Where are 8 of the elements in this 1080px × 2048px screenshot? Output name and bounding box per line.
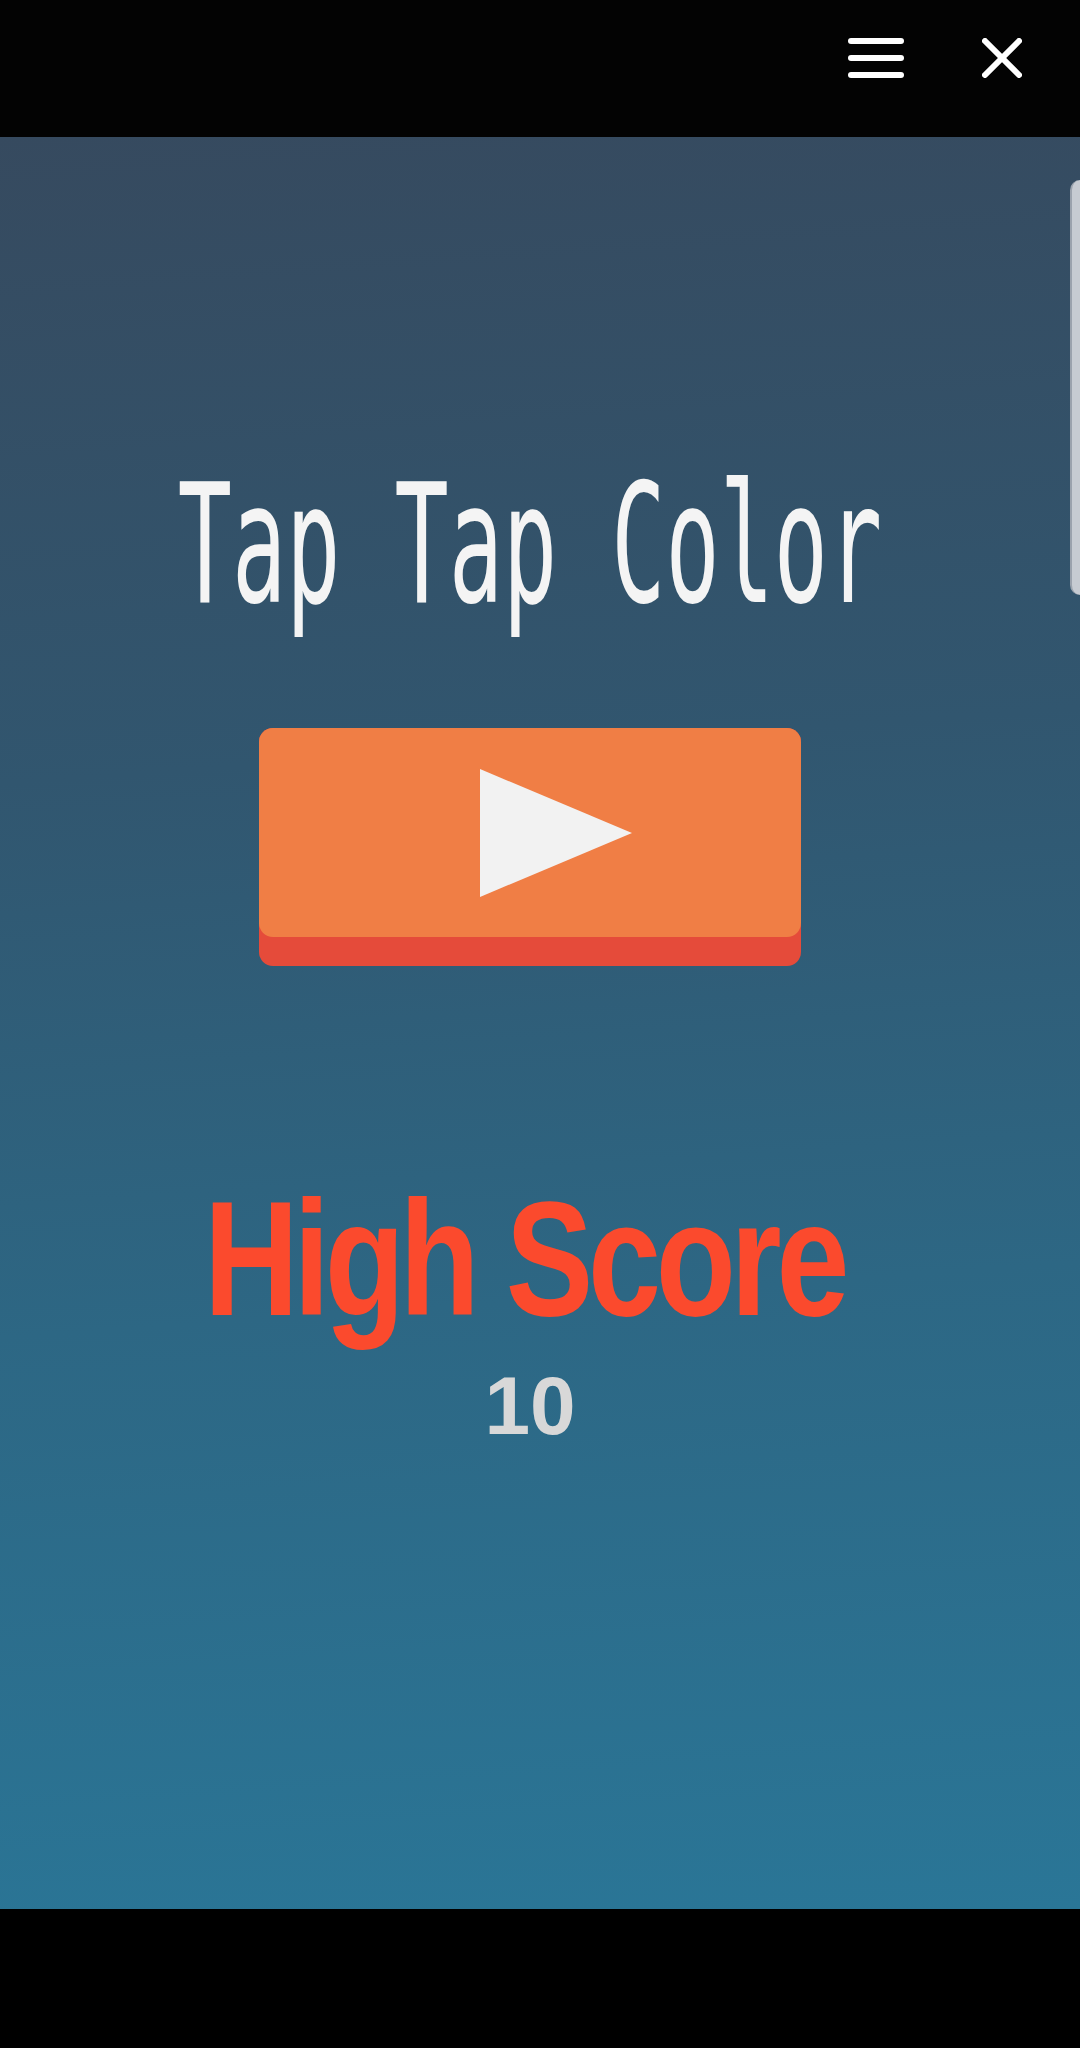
high-score-value: 10: [484, 1364, 576, 1447]
scroll-thumb[interactable]: [1070, 180, 1080, 595]
menu-icon[interactable]: [848, 38, 904, 78]
play-button[interactable]: [259, 728, 801, 966]
play-icon: [480, 768, 632, 897]
game-title: Tap Tap Color: [177, 445, 883, 643]
high-score-label: High Score: [203, 1166, 845, 1352]
close-icon[interactable]: [982, 38, 1022, 78]
